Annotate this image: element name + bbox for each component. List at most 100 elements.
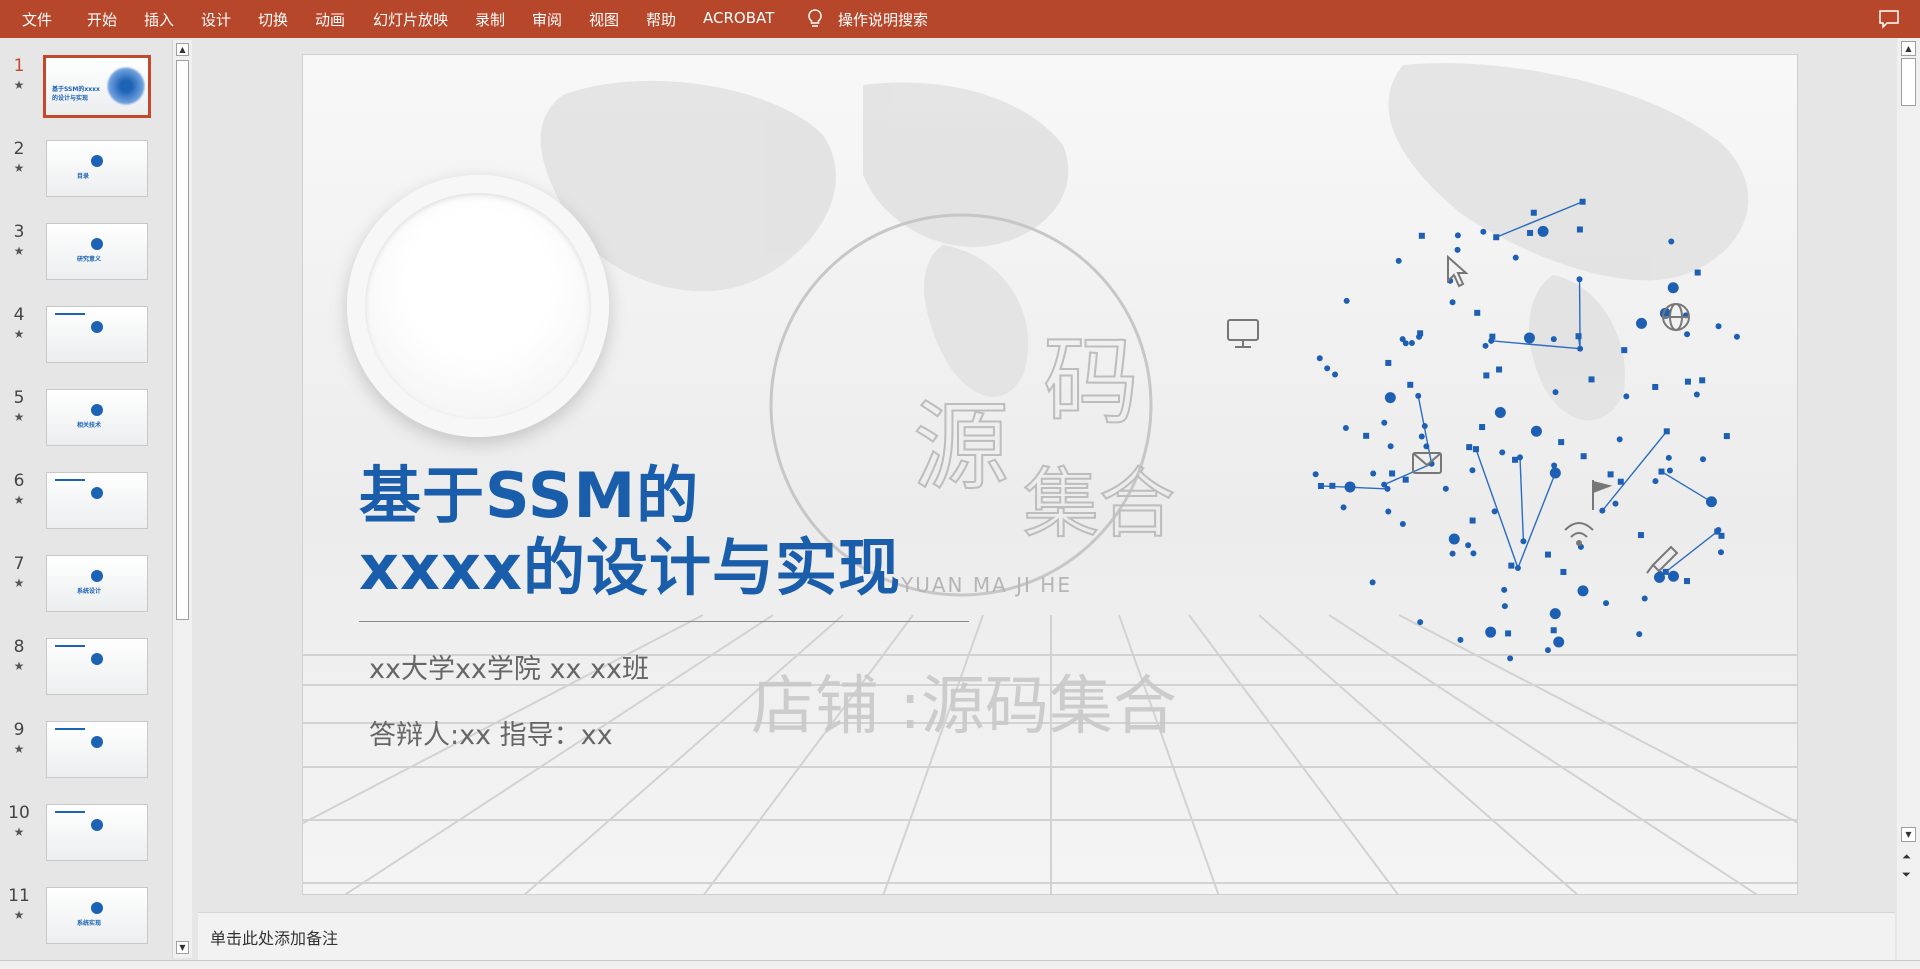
tab-acrobat[interactable]: ACROBAT [703, 9, 774, 27]
comment-icon[interactable] [1878, 9, 1900, 29]
thumbnail-icon [91, 653, 103, 665]
thumbnail-icon [91, 404, 103, 416]
animation-star-icon: ★ [13, 244, 25, 258]
svg-text:集合: 集合 [1023, 459, 1175, 548]
tab-animations[interactable]: 动画 [315, 9, 345, 30]
thumbnail-scrollbar[interactable]: ▲ ▼ [172, 40, 192, 958]
slide-number: 3 [13, 222, 25, 242]
animation-star-icon: ★ [13, 78, 25, 92]
tab-insert[interactable]: 插入 [144, 9, 174, 30]
slide-number: 11 [8, 886, 30, 906]
slide-subtitle-school[interactable]: xx大学xx学院 xx xx班 [369, 647, 649, 686]
slide-thumbnail[interactable] [46, 721, 148, 778]
slide-subtitle-presenter[interactable]: 答辩人:xx 指导：xx [369, 713, 613, 752]
thumbnail-title: 目录 [77, 173, 90, 180]
tab-view[interactable]: 视图 [589, 9, 619, 30]
watermark-pinyin: YUAN MA JI HE [901, 573, 1072, 597]
slide-number: 2 [13, 139, 25, 159]
animation-star-icon: ★ [13, 327, 25, 341]
scroll-down-button[interactable]: ▼ [1901, 827, 1916, 842]
tab-slideshow[interactable]: 幻灯片放映 [373, 9, 448, 30]
thumbnail-icon [91, 487, 103, 499]
thumbnail-title: 相关技术 [77, 422, 102, 429]
thumbnail-header-bar [55, 728, 85, 730]
tell-me-search[interactable]: 操作说明搜索 [838, 9, 928, 30]
thumbnail-header-bar [55, 811, 85, 813]
notes-placeholder[interactable]: 单击此处添加备注 [210, 925, 338, 949]
thumbnail-icon [91, 321, 103, 333]
notes-pane[interactable]: 单击此处添加备注 [198, 912, 1895, 960]
title-divider [359, 621, 969, 622]
animation-star-icon: ★ [13, 576, 25, 590]
next-slide-icon[interactable]: ⏷ [1902, 868, 1911, 882]
slide-scrollbar[interactable]: ▲ ▼ ⏶ ⏷ [1897, 38, 1920, 960]
tab-help[interactable]: 帮助 [646, 9, 676, 30]
scrollbar-thumb[interactable] [176, 60, 189, 620]
thumbnail-icon [91, 155, 103, 167]
slide-thumbnail[interactable]: 系统实现 [46, 887, 148, 944]
thumbnail-title: 基于SSM的xxxx的设计与实现 [52, 86, 100, 102]
slide-number: 4 [13, 305, 25, 325]
thumbnail-header-bar [55, 645, 85, 647]
previous-slide-icon[interactable]: ⏶ [1902, 850, 1911, 864]
pen-icon [1651, 545, 1679, 573]
monitor-icon [1227, 319, 1259, 341]
thumbnail-icon [91, 736, 103, 748]
slide-thumbnail[interactable] [46, 306, 148, 363]
tab-record[interactable]: 录制 [475, 9, 505, 30]
thumbnail-title: 研究意义 [77, 256, 102, 263]
thumbnail-title: 系统实现 [77, 920, 102, 927]
tab-design[interactable]: 设计 [201, 9, 231, 30]
animation-star-icon: ★ [13, 493, 25, 507]
slide-thumbnail[interactable] [46, 804, 148, 861]
tab-home[interactable]: 开始 [87, 9, 117, 30]
slide-thumbnail[interactable]: 研究意义 [46, 223, 148, 280]
thumbnail-title: 系统设计 [77, 588, 102, 595]
tab-transitions[interactable]: 切换 [258, 9, 288, 30]
thumbnail-icon [91, 902, 103, 914]
thumbnail-icon [91, 570, 103, 582]
slide-number: 1 [13, 56, 25, 76]
scroll-up-button[interactable]: ▲ [1901, 41, 1916, 56]
slide-thumbnail[interactable]: 系统设计 [46, 555, 148, 612]
slide-title-line2[interactable]: xxxx的设计与实现 [359, 517, 901, 607]
animation-star-icon: ★ [13, 659, 25, 673]
scroll-up-button[interactable]: ▲ [176, 43, 189, 56]
slide-canvas[interactable]: 源 码 集合 基于SSM的 xxxx的设计与实现 xx大学xx学院 xx xx班… [302, 54, 1798, 895]
animation-star-icon: ★ [13, 410, 25, 424]
tab-review[interactable]: 审阅 [532, 9, 562, 30]
watermark-char: 源 [913, 391, 1009, 503]
slide-number: 5 [13, 388, 25, 408]
slide-number: 6 [13, 471, 25, 491]
slide-thumbnail[interactable]: 目录 [46, 140, 148, 197]
animation-star-icon: ★ [13, 908, 25, 922]
thumbnail-header-bar [55, 313, 85, 315]
status-bar [0, 960, 1920, 969]
thumbnail-globe [106, 66, 146, 106]
svg-text:码: 码 [1043, 326, 1139, 438]
scroll-down-button[interactable]: ▼ [176, 941, 189, 954]
thumbnail-icon [91, 238, 103, 250]
ribbon-tab-bar: 文件 开始 插入 设计 切换 动画 幻灯片放映 录制 审阅 视图 帮助 ACRO… [0, 0, 1920, 38]
slide-thumbnail[interactable]: 基于SSM的xxxx的设计与实现 [43, 55, 151, 118]
tab-file[interactable]: 文件 [22, 9, 52, 30]
slide-editing-area: 源 码 集合 基于SSM的 xxxx的设计与实现 xx大学xx学院 xx xx班… [198, 38, 1895, 911]
slide-number: 9 [13, 720, 25, 740]
slide-thumbnail-panel: 1 ★ 基于SSM的xxxx的设计与实现 2 ★ 目录 3 ★ 研究意义 4 ★ 5 ★ 相关技术 6 ★ 7 ★… [0, 38, 196, 960]
slide-thumbnail[interactable] [46, 472, 148, 529]
lightbulb-icon [808, 9, 822, 27]
wifi-icon [1564, 522, 1594, 531]
slide-thumbnail[interactable]: 相关技术 [46, 389, 148, 446]
watermark-store-text: 店铺 :源码集合 [751, 670, 1177, 744]
animation-star-icon: ★ [13, 742, 25, 756]
thumbnail-icon [91, 819, 103, 831]
slide-number: 8 [13, 637, 25, 657]
slide-number: 10 [8, 803, 30, 823]
slide-number: 7 [13, 554, 25, 574]
decorative-circle [347, 175, 609, 437]
thumbnail-header-bar [55, 479, 85, 481]
scrollbar-thumb[interactable] [1901, 58, 1916, 106]
slide-thumbnail[interactable] [46, 638, 148, 695]
animation-star-icon: ★ [13, 161, 25, 175]
animation-star-icon: ★ [13, 825, 25, 839]
